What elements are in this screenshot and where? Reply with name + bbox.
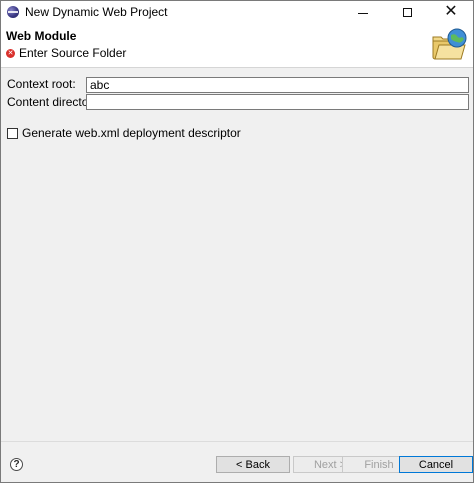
- footer-divider: [1, 441, 473, 442]
- help-icon[interactable]: ?: [10, 458, 23, 471]
- minimize-button[interactable]: [341, 1, 385, 23]
- wizard-content: Context root: Content directory: Generat…: [1, 69, 473, 439]
- wizard-header: Web Module ✕ Enter Source Folder: [1, 23, 473, 68]
- maximize-icon: [402, 7, 412, 17]
- title-bar: New Dynamic Web Project ✕: [1, 1, 473, 23]
- content-directory-input[interactable]: [86, 94, 469, 110]
- maximize-button[interactable]: [385, 1, 429, 23]
- context-root-label: Context root:: [7, 77, 76, 91]
- close-button[interactable]: ✕: [429, 1, 473, 23]
- cancel-button[interactable]: Cancel: [399, 456, 473, 473]
- back-button[interactable]: < Back: [216, 456, 290, 473]
- error-icon: ✕: [6, 48, 15, 58]
- generate-descriptor-checkbox[interactable]: [7, 127, 18, 139]
- minimize-icon: [358, 12, 368, 14]
- page-title: Web Module: [6, 29, 77, 43]
- dialog-window: New Dynamic Web Project ✕ Web Module ✕ E…: [0, 0, 474, 483]
- folder-globe-icon: [432, 28, 467, 60]
- window-title: New Dynamic Web Project: [25, 5, 168, 19]
- context-root-input[interactable]: [86, 77, 469, 93]
- context-root-row: Context root:: [7, 77, 76, 91]
- eclipse-icon: [7, 6, 19, 18]
- status-message-text: Enter Source Folder: [19, 46, 127, 60]
- close-icon: ✕: [444, 3, 458, 20]
- status-message: ✕ Enter Source Folder: [6, 46, 126, 60]
- generate-descriptor-row[interactable]: Generate web.xml deployment descriptor: [7, 126, 241, 140]
- generate-descriptor-label: Generate web.xml deployment descriptor: [22, 126, 241, 140]
